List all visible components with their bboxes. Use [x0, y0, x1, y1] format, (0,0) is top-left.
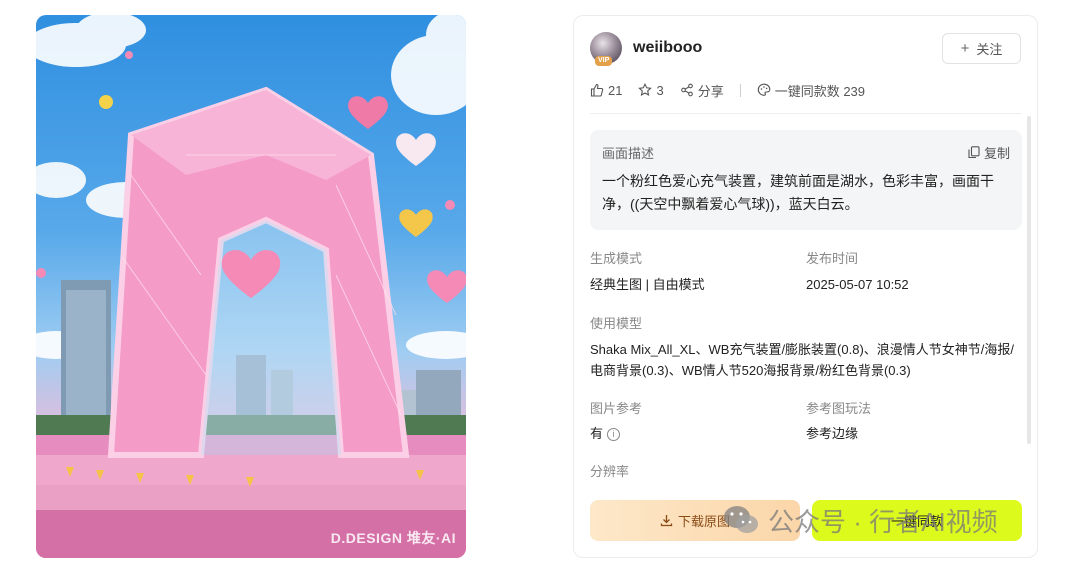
publish-time-value: 2025-05-07 10:52: [806, 277, 909, 292]
palette-icon: [757, 83, 771, 96]
like-button[interactable]: 21: [590, 83, 622, 98]
follow-button[interactable]: + 关注: [942, 32, 1021, 64]
avatar[interactable]: VIP: [590, 32, 622, 66]
vip-badge: VIP: [595, 56, 613, 66]
plus-icon: +: [960, 39, 970, 57]
stats-bar: 21 3 分享 一键同款数 239: [590, 80, 881, 100]
ref-method-value: 参考边缘: [806, 426, 859, 441]
stats-separator: [739, 83, 741, 97]
wechat-icon: [724, 506, 758, 533]
author-header: VIP weiibooo + 关注: [590, 32, 1021, 66]
image-ref-value: 有: [590, 426, 604, 441]
follow-label: 关注: [976, 41, 1003, 57]
prompt-description-box: 画面描述 复制 一个粉红色爱心充气装置，建筑前面是湖水，色彩丰富，画面干净，((…: [590, 130, 1022, 230]
share-icon: [680, 83, 693, 97]
download-icon: [660, 515, 673, 527]
wechat-watermark: 公众号 · 行者AI视频: [722, 500, 998, 540]
same-count-label: 一键同款数 239: [774, 83, 866, 99]
header-divider: [590, 113, 1021, 114]
model-value: Shaka Mix_All_XL、WB充气装置/膨胀装置(0.8)、浪漫情人节女…: [590, 342, 1015, 378]
detail-panel: VIP weiibooo + 关注 21 3 分享 一键同款数 239 画面描述…: [573, 15, 1038, 558]
username[interactable]: weiibooo: [633, 39, 702, 57]
copy-icon: [968, 146, 980, 159]
share-label: 分享: [697, 83, 724, 99]
info-icon[interactable]: i: [607, 428, 621, 441]
description-title: 画面描述: [602, 146, 655, 161]
publish-time-label: 发布时间: [806, 251, 859, 266]
image-ref-value-wrap: 有i: [590, 423, 621, 444]
resolution-label: 分辨率: [590, 464, 630, 479]
image-ref-label: 图片参考: [590, 401, 643, 416]
copy-button[interactable]: 复制: [968, 143, 1010, 162]
favorite-button[interactable]: 3: [638, 82, 664, 98]
artwork-illustration: [36, 15, 466, 558]
favorite-count: 3: [656, 82, 664, 98]
copy-label: 复制: [983, 146, 1010, 161]
mode-label: 生成模式: [590, 251, 643, 266]
watermark-text: 公众号 · 行者AI视频: [768, 506, 998, 537]
star-icon: [638, 83, 653, 96]
same-style-count: 一键同款数 239: [757, 81, 865, 100]
thumbs-up-icon: [590, 83, 604, 97]
scrollbar[interactable]: [1027, 116, 1031, 444]
generated-image[interactable]: D.DESIGN 堆友·AI: [36, 15, 466, 558]
share-button[interactable]: 分享: [680, 81, 724, 100]
model-label: 使用模型: [590, 316, 643, 331]
like-count: 21: [608, 82, 623, 98]
image-credit-watermark: D.DESIGN 堆友·AI: [330, 530, 456, 546]
ref-method-label: 参考图玩法: [806, 401, 872, 416]
prompt-text: 一个粉红色爱心充气装置，建筑前面是湖水，色彩丰富，画面干净，((天空中飘着爱心气…: [602, 173, 994, 212]
mode-value: 经典生图 | 自由模式: [590, 277, 705, 292]
